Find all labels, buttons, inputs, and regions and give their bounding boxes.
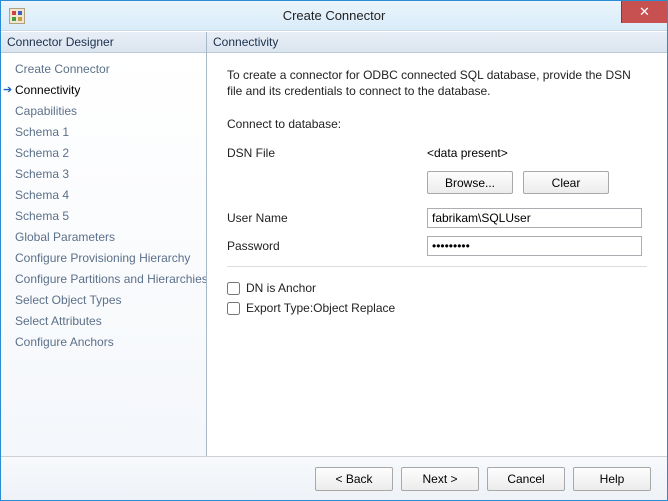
- nav-item-schema-3[interactable]: Schema 3: [1, 164, 206, 185]
- close-button[interactable]: ✕: [621, 1, 667, 23]
- content-area: To create a connector for ODBC connected…: [207, 53, 667, 456]
- dn-anchor-row: DN is Anchor: [227, 281, 647, 295]
- nav-item-select-object-types[interactable]: Select Object Types: [1, 290, 206, 311]
- description-text: To create a connector for ODBC connected…: [227, 67, 647, 99]
- nav-item-label: Schema 5: [15, 208, 69, 225]
- dn-anchor-label: DN is Anchor: [246, 281, 316, 295]
- nav-item-label: Connectivity: [15, 82, 80, 99]
- nav-item-schema-1[interactable]: Schema 1: [1, 122, 206, 143]
- password-input[interactable]: [427, 236, 642, 256]
- nav-item-label: Schema 1: [15, 124, 69, 141]
- dsn-row: DSN File <data present>: [227, 143, 647, 163]
- dialog-body: Connector Designer Create Connector➔Conn…: [1, 31, 667, 456]
- nav-item-schema-4[interactable]: Schema 4: [1, 185, 206, 206]
- section-label: Connect to database:: [227, 117, 647, 131]
- username-row: User Name: [227, 208, 647, 228]
- nav-item-label: Create Connector: [15, 61, 110, 78]
- nav-item-label: Schema 3: [15, 166, 69, 183]
- back-button[interactable]: < Back: [315, 467, 393, 491]
- nav-item-label: Schema 4: [15, 187, 69, 204]
- sidebar: Connector Designer Create Connector➔Conn…: [1, 32, 207, 456]
- nav-item-select-attributes[interactable]: Select Attributes: [1, 311, 206, 332]
- cancel-button[interactable]: Cancel: [487, 467, 565, 491]
- dn-anchor-checkbox[interactable]: [227, 282, 240, 295]
- dsn-value: <data present>: [427, 146, 647, 160]
- nav-item-create-connector[interactable]: Create Connector: [1, 59, 206, 80]
- export-type-row: Export Type:Object Replace: [227, 301, 647, 315]
- footer: < Back Next > Cancel Help: [1, 456, 667, 500]
- main-panel: Connectivity To create a connector for O…: [207, 32, 667, 456]
- help-button[interactable]: Help: [573, 467, 651, 491]
- dsn-label: DSN File: [227, 146, 427, 160]
- nav-item-global-parameters[interactable]: Global Parameters: [1, 227, 206, 248]
- username-input[interactable]: [427, 208, 642, 228]
- nav-item-schema-5[interactable]: Schema 5: [1, 206, 206, 227]
- nav-item-capabilities[interactable]: Capabilities: [1, 101, 206, 122]
- username-label: User Name: [227, 211, 427, 225]
- nav-item-configure-partitions-and-hierarchies[interactable]: Configure Partitions and Hierarchies: [1, 269, 206, 290]
- nav-item-connectivity[interactable]: ➔Connectivity: [1, 80, 206, 101]
- sidebar-header: Connector Designer: [1, 32, 206, 53]
- export-type-checkbox[interactable]: [227, 302, 240, 315]
- clear-button[interactable]: Clear: [523, 171, 609, 194]
- nav-item-configure-provisioning-hierarchy[interactable]: Configure Provisioning Hierarchy: [1, 248, 206, 269]
- nav-list: Create Connector➔ConnectivityCapabilitie…: [1, 53, 206, 456]
- nav-item-configure-anchors[interactable]: Configure Anchors: [1, 332, 206, 353]
- nav-item-label: Configure Provisioning Hierarchy: [15, 250, 190, 267]
- window-title: Create Connector: [1, 8, 667, 23]
- password-label: Password: [227, 239, 427, 253]
- nav-item-label: Capabilities: [15, 103, 77, 120]
- divider: [227, 266, 647, 267]
- main-header: Connectivity: [207, 32, 667, 53]
- browse-button[interactable]: Browse...: [427, 171, 513, 194]
- next-button[interactable]: Next >: [401, 467, 479, 491]
- export-type-label: Export Type:Object Replace: [246, 301, 395, 315]
- nav-item-label: Select Attributes: [15, 313, 102, 330]
- password-row: Password: [227, 236, 647, 256]
- arrow-icon: ➔: [3, 82, 15, 99]
- nav-item-label: Configure Anchors: [15, 334, 114, 351]
- titlebar[interactable]: Create Connector ✕: [1, 1, 667, 31]
- nav-item-label: Select Object Types: [15, 292, 122, 309]
- dialog-window: Create Connector ✕ Connector Designer Cr…: [0, 0, 668, 501]
- dsn-button-row: Browse... Clear: [427, 171, 647, 194]
- nav-item-schema-2[interactable]: Schema 2: [1, 143, 206, 164]
- nav-item-label: Global Parameters: [15, 229, 115, 246]
- nav-item-label: Configure Partitions and Hierarchies: [15, 271, 206, 288]
- nav-item-label: Schema 2: [15, 145, 69, 162]
